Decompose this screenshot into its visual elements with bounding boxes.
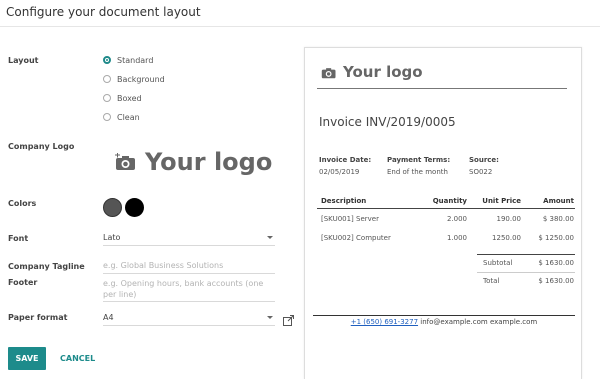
table-cell: 2.000 [446, 215, 467, 223]
save-button[interactable]: SAVE [8, 347, 46, 370]
subtotal-label: Subtotal [483, 259, 513, 267]
primary-color-swatch[interactable] [103, 198, 122, 217]
total-label: Total [483, 277, 500, 285]
tagline-placeholder: e.g. Global Business Solutions [103, 261, 224, 270]
preview-logo: Your logo [321, 63, 423, 81]
layout-option-background[interactable]: Background [103, 73, 165, 85]
table-header-line [317, 208, 575, 209]
total-value: $ 1630.00 [538, 277, 574, 285]
external-link-icon[interactable] [283, 315, 294, 326]
table-header: Unit Price [482, 197, 521, 205]
meta-value: End of the month [387, 168, 448, 176]
meta-label: Source: [469, 156, 499, 164]
radio-icon[interactable] [103, 94, 111, 102]
total-line [477, 272, 575, 273]
radio-checked-icon[interactable] [103, 56, 111, 64]
logo-placeholder-text: Your logo [145, 148, 273, 176]
layout-option-boxed[interactable]: Boxed [103, 92, 142, 104]
table-cell: [SKU001] Server [321, 215, 379, 223]
table-header: Amount [543, 197, 574, 205]
subtotal-value: $ 1630.00 [538, 259, 574, 267]
layout-option-clean[interactable]: Clean [103, 111, 140, 123]
footer-label: Footer [8, 278, 38, 287]
preview-footer-separator [313, 315, 575, 316]
table-cell: 1.000 [446, 234, 467, 242]
camera-add-icon [115, 153, 135, 170]
font-select[interactable]: Lato [103, 233, 275, 246]
secondary-color-swatch[interactable] [125, 198, 144, 217]
company-tagline-label: Company Tagline [8, 262, 85, 271]
table-header: Quantity [432, 197, 467, 205]
radio-icon[interactable] [103, 113, 111, 121]
company-logo-upload[interactable]: Your logo [115, 148, 272, 176]
invoice-title: Invoice INV/2019/0005 [319, 115, 456, 129]
colors-label: Colors [8, 199, 37, 208]
meta-value: SO022 [469, 168, 493, 176]
layout-option-standard[interactable]: Standard [103, 54, 153, 66]
footer-site: example.com [489, 318, 538, 326]
footer-phone: +1 (650) 691-3277 [350, 318, 419, 326]
footer-placeholder-line1: e.g. Opening hours, bank accounts (one [103, 279, 264, 288]
preview-logo-text: Your logo [343, 63, 423, 81]
font-value: Lato [103, 233, 121, 242]
footer-placeholder-line2: per line) [103, 290, 137, 299]
dialog-header: Configure your document layout [0, 0, 600, 27]
layout-option-label: Background [117, 74, 165, 84]
table-cell: $ 380.00 [542, 215, 574, 223]
layout-option-label: Clean [117, 112, 140, 122]
company-logo-label: Company Logo [8, 142, 75, 151]
preview-footer: +1 (650) 691-3277 info@example.com examp… [305, 318, 583, 326]
layout-option-label: Standard [117, 55, 154, 65]
cancel-button[interactable]: CANCEL [60, 347, 95, 370]
layout-option-label: Boxed [117, 93, 142, 103]
paper-format-select[interactable]: A4 [103, 313, 275, 326]
document-preview: Your logo Invoice INV/2019/0005 Invoice … [304, 47, 582, 379]
paper-format-label: Paper format [8, 313, 68, 322]
meta-label: Invoice Date: [319, 156, 372, 164]
chevron-down-icon [267, 236, 273, 239]
radio-icon[interactable] [103, 75, 111, 83]
dialog-title: Configure your document layout [6, 5, 201, 19]
company-tagline-input[interactable]: e.g. Global Business Solutions [103, 261, 275, 274]
paper-format-value: A4 [103, 313, 114, 322]
camera-icon [321, 67, 336, 78]
footer-textarea[interactable]: e.g. Opening hours, bank accounts (one p… [103, 278, 275, 302]
table-cell: 1250.00 [492, 234, 521, 242]
chevron-down-icon [267, 316, 273, 319]
layout-label: Layout [8, 56, 39, 65]
table-header: Description [321, 197, 367, 205]
table-cell: [SKU002] Computer [321, 234, 391, 242]
subtotal-line [477, 254, 575, 255]
meta-label: Payment Terms: [387, 156, 451, 164]
meta-value: 02/05/2019 [319, 168, 360, 176]
table-cell: $ 1250.00 [538, 234, 574, 242]
table-cell: 190.00 [496, 215, 522, 223]
font-label: Font [8, 234, 29, 243]
preview-header-separator [317, 88, 567, 89]
footer-email: info@example.com [420, 318, 488, 326]
